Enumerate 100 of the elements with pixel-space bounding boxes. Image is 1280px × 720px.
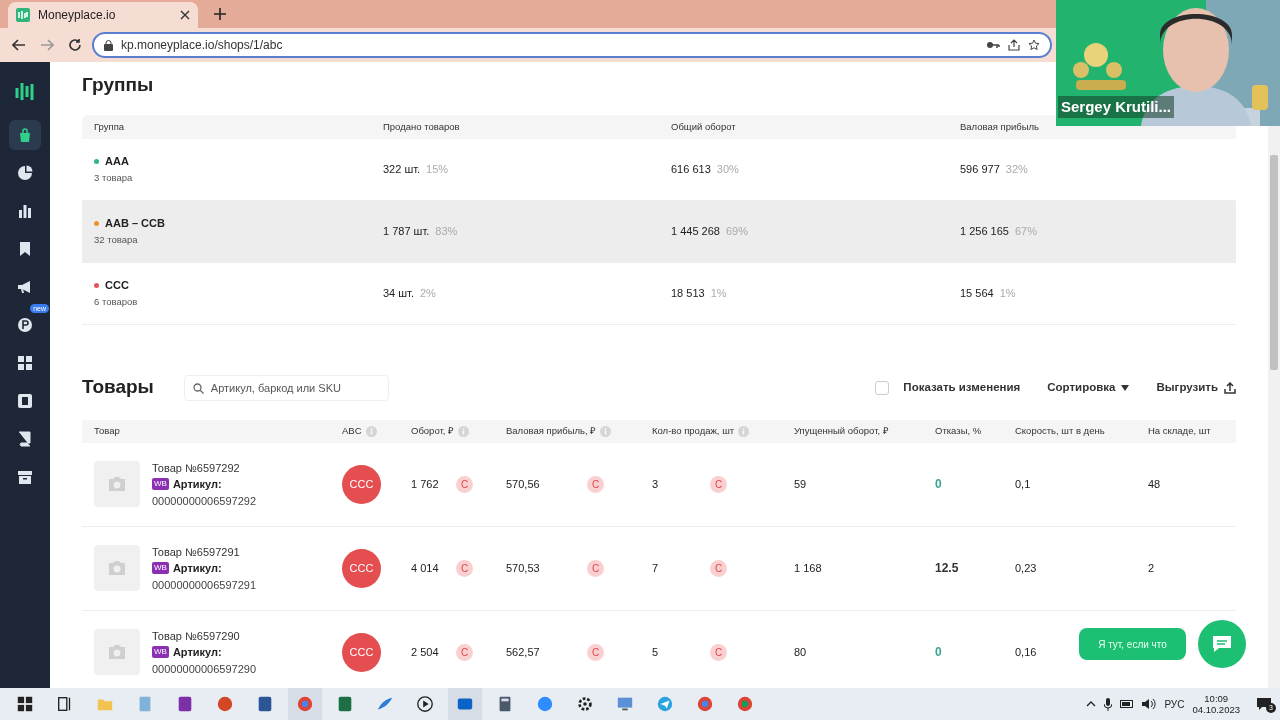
metric-value: 596 977 [960, 163, 1000, 176]
url-text: kp.moneyplace.io/shops/1/abc [121, 37, 284, 54]
column-header: Валовая прибыль, ₽ [506, 424, 597, 439]
clock-date[interactable]: 04.10.2023 [1192, 704, 1240, 716]
speaker-icon[interactable] [1142, 698, 1157, 710]
caret-icon[interactable] [1086, 701, 1097, 707]
column-header: На складе, шт [1148, 424, 1211, 439]
bar-chart-icon [17, 203, 33, 219]
logo-icon [14, 80, 36, 102]
section-title: Товары [82, 376, 154, 400]
abc-badge: CCC [342, 548, 381, 588]
table-cell: 0,16 [1015, 646, 1037, 659]
group-name: CCC [105, 277, 129, 293]
microphone-icon[interactable] [1104, 697, 1113, 711]
export-button[interactable]: Выгрузить [1156, 379, 1236, 397]
metric-value: 15 564 [960, 287, 994, 300]
bookmark-icon [17, 241, 33, 257]
table-cell: 12.5 [935, 561, 959, 576]
table-cell: 48 [1148, 478, 1161, 491]
share-percent: 83% [435, 225, 458, 238]
table-cell: 0,23 [1015, 562, 1037, 575]
metric-value: 1 445 268 [671, 225, 720, 238]
key-icon[interactable] [986, 40, 1000, 50]
upload-icon [1224, 381, 1236, 394]
article-number: 00000000006597292 [152, 493, 256, 509]
section-title: Группы [82, 74, 155, 97]
marketplace-badge: WB [152, 562, 169, 575]
show-changes-checkbox[interactable]: Показать изменения [875, 379, 1021, 397]
caret-icon [1121, 384, 1130, 391]
column-header: ABC [342, 424, 362, 439]
group-count: 3 товара [94, 171, 134, 186]
clock-time[interactable]: 10:09 [1192, 692, 1240, 704]
product-image-placeholder [94, 545, 140, 592]
abc-badge: CCC [342, 464, 381, 504]
marketplace-badge: WB [152, 478, 169, 491]
group-count: 32 товара [94, 233, 139, 248]
coin-icon [17, 317, 33, 333]
grade-badge: C [587, 475, 604, 493]
article-label: Артикул: [172, 561, 222, 577]
share-percent: 1% [999, 287, 1016, 300]
metric-value: 2 504 [411, 645, 440, 661]
scrollbar-thumb[interactable] [1270, 155, 1278, 370]
metric-value: 7 [652, 561, 660, 577]
sidebar-item[interactable] [9, 120, 41, 150]
metric-value: 1 762 [411, 477, 440, 493]
grade-badge: C [710, 475, 727, 493]
group-name: AAB – CCB [105, 215, 165, 231]
column-header: Отказы, % [935, 424, 982, 439]
table-cell: 0,1 [1015, 478, 1031, 491]
search-field[interactable]: Артикул, баркод или SKU [183, 374, 389, 401]
lock-icon [104, 39, 113, 51]
metric-value: 322 шт. [383, 163, 421, 176]
close-icon[interactable] [180, 10, 190, 20]
metric-value: 562,57 [506, 645, 541, 661]
metric-value: 616 613 [671, 163, 711, 176]
star-icon[interactable] [1028, 39, 1040, 51]
browser-tab[interactable]: Moneyplace.io [8, 2, 198, 28]
group-count: 6 товаров [94, 295, 139, 310]
share-icon[interactable] [1008, 39, 1020, 51]
article-number: 00000000006597290 [152, 661, 256, 677]
article-label: Артикул: [172, 645, 222, 661]
language-indicator[interactable]: РУС [1164, 696, 1185, 712]
grade-badge: C [710, 643, 727, 661]
share-percent: 2% [420, 287, 436, 300]
table-cell: 0 [935, 645, 942, 660]
column-header: Скорость, шт в день [1015, 424, 1105, 439]
bag-icon [17, 127, 33, 143]
column-header: Общий оборот [671, 119, 737, 134]
table-cell: 59 [794, 478, 807, 491]
grid-icon [17, 355, 33, 371]
column-header: Упущенный оборот, ₽ [794, 424, 889, 439]
grade-badge: C [456, 643, 473, 661]
table-cell: 80 [794, 646, 807, 659]
new-tab-icon[interactable] [214, 8, 226, 20]
column-header: Группа [94, 119, 126, 134]
column-header: Продано товаров [383, 119, 461, 134]
tab-title: Moneyplace.io [38, 7, 117, 24]
grade-badge: C [710, 559, 727, 577]
metric-value: 34 шт. [383, 287, 414, 300]
column-header: Оборот, ₽ [411, 424, 455, 439]
mail-icon[interactable] [448, 688, 482, 720]
share-percent: 67% [1014, 225, 1037, 238]
product-name[interactable]: Товар №6597290 [152, 627, 256, 645]
marketplace-badge: WB [152, 646, 169, 659]
battery-icon[interactable] [1120, 700, 1135, 708]
sort-dropdown[interactable]: Сортировка [1047, 379, 1130, 397]
column-header: Валовая прибыль [960, 119, 1041, 134]
product-name[interactable]: Товар №6597291 [152, 543, 256, 561]
share-percent: 69% [725, 225, 748, 238]
address-bar[interactable]: kp.moneyplace.io/shops/1/abc [92, 32, 1052, 58]
column-header: Товар [94, 424, 120, 439]
metric-value: 1 256 165 [960, 225, 1009, 238]
abc-badge: CCC [342, 632, 381, 672]
megaphone-icon [17, 279, 33, 295]
product-name[interactable]: Товар №6597292 [152, 459, 256, 477]
share-percent: 30% [716, 163, 739, 176]
group-name: AAA [105, 153, 129, 169]
metric-value: 5 [652, 645, 660, 661]
grade-badge: C [587, 559, 604, 577]
browser-icon[interactable] [288, 688, 322, 720]
